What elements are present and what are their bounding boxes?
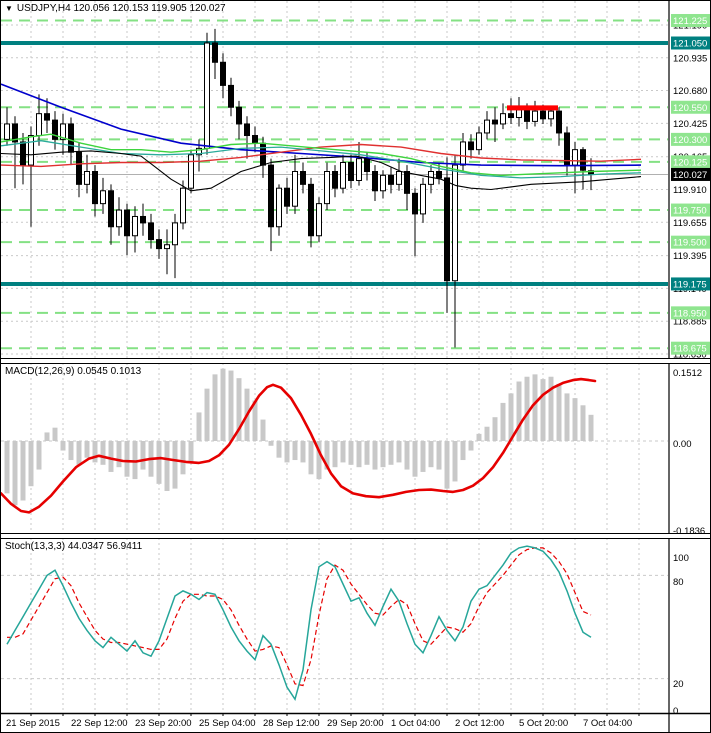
macd-name: MACD(12,26,9) — [5, 366, 75, 377]
macd-signal-line — [1, 377, 597, 514]
time-axis-label: 21 Sep 2015 — [6, 718, 60, 729]
svg-text:119.750: 119.750 — [673, 206, 707, 217]
time-axis-label: 29 Sep 20:00 — [327, 718, 384, 729]
stoch-panel[interactable]: 100 80 20 0 — [1, 538, 711, 733]
svg-text:120.680: 120.680 — [673, 86, 707, 97]
svg-text:20: 20 — [673, 679, 684, 690]
svg-text:119.500: 119.500 — [673, 238, 707, 249]
time-axis-label: 5 Oct 20:00 — [519, 718, 569, 729]
time-axis[interactable]: 21 Sep 2015 22 Sep 12:00 23 Sep 20:00 25 Se… — [1, 717, 710, 732]
time-axis-label: 23 Sep 20:00 — [135, 718, 192, 729]
svg-text:120.550: 120.550 — [673, 103, 707, 114]
svg-text:120.027: 120.027 — [673, 170, 707, 181]
chart-title: ▼ USDJPY,H4 120.056 120.153 119.905 120.0… — [5, 3, 226, 14]
time-axis-label: 25 Sep 04:00 — [199, 718, 256, 729]
panel-divider-stoch[interactable] — [1, 533, 710, 539]
svg-text:0.1512: 0.1512 — [673, 368, 702, 379]
svg-text:120.425: 120.425 — [673, 119, 707, 130]
macd-panel[interactable]: 0.15120.00-0.1836 — [1, 363, 711, 538]
svg-text:0: 0 — [673, 706, 678, 717]
svg-text:119.655: 119.655 — [673, 218, 707, 229]
stoch-grid — [1, 538, 668, 713]
macd-axis-labels: 0.15120.00-0.1836 — [673, 368, 705, 537]
svg-text:120.125: 120.125 — [673, 157, 707, 168]
stoch-values: 44.0347 56.9411 — [67, 541, 143, 552]
time-axis-label: 2 Oct 12:00 — [455, 718, 505, 729]
svg-text:119.395: 119.395 — [673, 251, 707, 262]
svg-text:80: 80 — [673, 577, 684, 588]
svg-text:120.300: 120.300 — [673, 135, 707, 146]
macd-indicator-label: MACD(12,26,9) 0.0545 0.1013 — [5, 366, 141, 377]
svg-text:0.00: 0.00 — [673, 439, 692, 450]
time-axis-label: 22 Sep 12:00 — [71, 718, 128, 729]
svg-text:119.910: 119.910 — [673, 185, 707, 196]
svg-text:121.050: 121.050 — [673, 39, 707, 50]
chevron-down-icon[interactable]: ▼ — [5, 4, 13, 13]
svg-text:120.935: 120.935 — [673, 53, 707, 64]
stoch-name: Stoch(13,3,3) — [5, 541, 66, 552]
stoch-indicator-label: Stoch(13,3,3) 44.0347 56.9411 — [5, 541, 142, 552]
svg-text:119.175: 119.175 — [673, 279, 707, 290]
chart-window: 121.190120.935120.680120.425120.165119.9… — [0, 0, 711, 733]
macd-histogram — [4, 368, 594, 506]
svg-text:121.225: 121.225 — [673, 16, 707, 27]
ohlc-values: 120.056 120.153 119.905 120.027 — [73, 3, 226, 14]
time-axis-label: 7 Oct 04:00 — [583, 718, 633, 729]
main-chart-panel[interactable]: 121.190120.935120.680120.425120.165119.9… — [1, 1, 711, 363]
svg-text:118.675: 118.675 — [673, 344, 707, 355]
time-axis-label: 1 Oct 04:00 — [391, 718, 441, 729]
panel-divider-macd[interactable] — [1, 358, 710, 364]
time-axis-label: 28 Sep 12:00 — [263, 718, 320, 729]
ma-blue — [1, 83, 642, 167]
svg-text:118.950: 118.950 — [673, 308, 707, 319]
svg-text:100: 100 — [673, 553, 689, 564]
stoch-axis-labels: 100 80 20 0 — [673, 553, 689, 717]
symbol-period-label: USDJPY,H4 — [16, 3, 71, 14]
macd-values: 0.0545 0.1013 — [77, 366, 142, 377]
